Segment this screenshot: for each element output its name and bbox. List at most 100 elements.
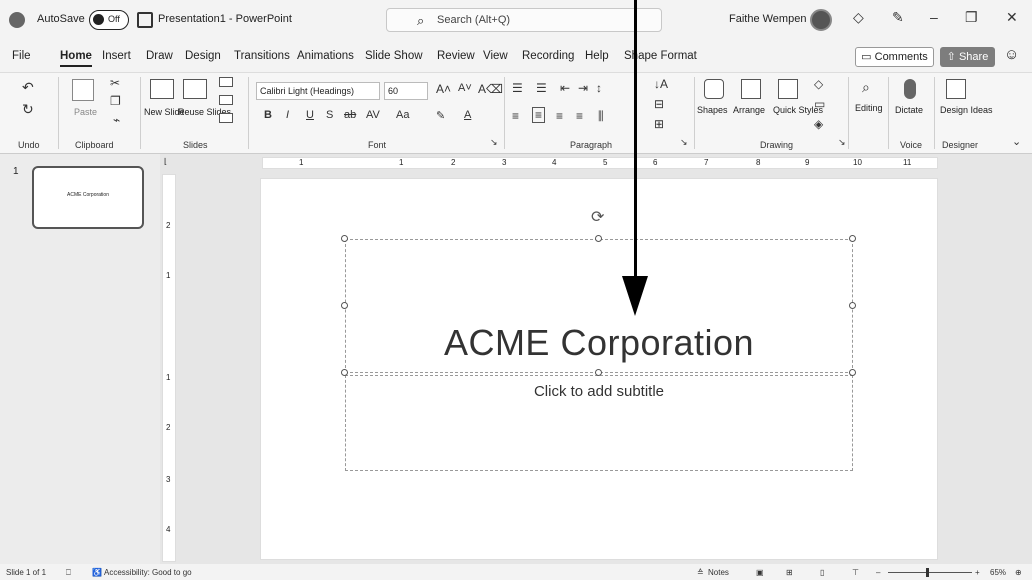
paragraph-launcher-icon[interactable]: ↘	[680, 137, 688, 148]
line-spacing-icon[interactable]: ↕	[596, 81, 602, 95]
shape-fill-icon[interactable]: ◇	[814, 77, 823, 91]
smartart-icon[interactable]: ⊞	[654, 117, 664, 131]
increase-font-icon[interactable]: A˄	[436, 82, 451, 96]
reading-view-icon[interactable]: ▯	[820, 568, 824, 577]
tab-stop-selector[interactable]: ⌊	[164, 157, 167, 166]
comments-button[interactable]: ▭ Comments	[855, 47, 934, 67]
tab-insert[interactable]: Insert	[102, 50, 131, 62]
ribbon-display-icon[interactable]: ◇	[853, 9, 864, 26]
highlight-icon[interactable]: ✎	[436, 109, 445, 122]
rotate-handle-icon[interactable]: ⟳	[591, 207, 604, 227]
section-icon[interactable]	[219, 113, 233, 123]
cut-icon[interactable]: ✂	[110, 76, 120, 90]
numbering-icon[interactable]: ☰	[536, 81, 547, 95]
font-name-select[interactable]: Calibri Light (Headings)	[256, 82, 380, 100]
design-ideas-icon[interactable]	[946, 79, 966, 99]
columns-icon[interactable]: ⫼	[598, 109, 604, 124]
tab-help[interactable]: Help	[585, 50, 609, 62]
save-icon[interactable]	[137, 12, 153, 28]
title-placeholder[interactable]: ACME Corporation	[345, 239, 853, 373]
shape-effects-icon[interactable]: ◈	[814, 117, 823, 131]
search-box[interactable]: ⌕ Search (Alt+Q)	[386, 8, 662, 32]
autosave-toggle[interactable]: Off	[89, 10, 129, 30]
slide-title[interactable]: ACME Corporation	[346, 322, 852, 364]
decrease-indent-icon[interactable]: ⇤	[560, 81, 570, 95]
undo-icon[interactable]: ↶	[22, 79, 34, 96]
increase-indent-icon[interactable]: ⇥	[578, 81, 588, 95]
redo-icon[interactable]: ↻	[22, 101, 34, 118]
clear-formatting-icon[interactable]: A⌫	[478, 82, 503, 96]
close-icon[interactable]: ✕	[1006, 9, 1018, 26]
slide-subtitle[interactable]: Click to add subtitle	[346, 383, 852, 400]
fit-slide-icon[interactable]: ⊕	[1015, 568, 1022, 577]
restore-icon[interactable]: ❐	[965, 9, 978, 26]
font-launcher-icon[interactable]: ↘	[490, 137, 498, 148]
tab-review[interactable]: Review	[437, 50, 475, 62]
arrange-icon[interactable]	[741, 79, 761, 99]
find-icon[interactable]: ⌕	[862, 79, 870, 96]
tab-file[interactable]: File	[12, 50, 31, 62]
resize-handle[interactable]	[341, 235, 348, 242]
editing-label[interactable]: Editing	[855, 103, 883, 113]
slide-sorter-icon[interactable]: ⊞	[786, 568, 793, 577]
tab-animations[interactable]: Animations	[297, 50, 354, 62]
resize-handle[interactable]	[849, 235, 856, 242]
resize-handle[interactable]	[595, 235, 602, 242]
bold-icon[interactable]: B	[264, 109, 272, 121]
tab-home[interactable]: Home	[60, 50, 92, 67]
copy-icon[interactable]: ❐	[110, 94, 121, 108]
align-center-icon[interactable]: ≡	[532, 107, 546, 123]
microphone-icon[interactable]	[904, 79, 916, 99]
zoom-slider[interactable]	[888, 572, 972, 573]
resize-handle[interactable]	[341, 302, 348, 309]
align-right-icon[interactable]: ≡	[556, 109, 563, 123]
normal-view-icon[interactable]: ▣	[756, 568, 764, 577]
format-painter-icon[interactable]: ⌁	[113, 113, 120, 127]
text-direction-icon[interactable]: ↓A	[654, 77, 668, 91]
collapse-ribbon-icon[interactable]: ⌄	[1012, 135, 1021, 148]
font-size-select[interactable]: 60	[384, 82, 428, 100]
shadow-icon[interactable]: S	[326, 109, 333, 121]
share-button[interactable]: ⇧ Share	[940, 47, 995, 67]
strikethrough-icon[interactable]: ab	[344, 109, 356, 121]
accessibility-status[interactable]: Accessibility: Good to go	[104, 568, 192, 577]
tab-view[interactable]: View	[483, 50, 508, 62]
resize-handle[interactable]	[849, 369, 856, 376]
pen-icon[interactable]: ✎	[892, 9, 904, 26]
font-color-icon[interactable]: A	[464, 109, 471, 121]
user-name[interactable]: Faithe Wempen	[729, 13, 806, 25]
align-text-icon[interactable]: ⊟	[654, 97, 664, 111]
reset-icon[interactable]	[219, 95, 233, 105]
tab-design[interactable]: Design	[185, 50, 221, 62]
italic-icon[interactable]: I	[286, 109, 289, 121]
vertical-ruler[interactable]: 2 1 1 2 3 4	[162, 174, 176, 562]
subtitle-placeholder[interactable]: Click to add subtitle	[345, 375, 853, 471]
new-slide-icon[interactable]	[150, 79, 174, 99]
avatar[interactable]	[810, 9, 832, 31]
shapes-icon[interactable]	[704, 79, 724, 99]
shape-outline-icon[interactable]: ▭	[814, 97, 825, 111]
quick-styles-icon[interactable]	[778, 79, 798, 99]
resize-handle[interactable]	[849, 302, 856, 309]
decrease-font-icon[interactable]: A˅	[458, 82, 472, 94]
resize-handle[interactable]	[341, 369, 348, 376]
align-left-icon[interactable]: ≡	[512, 109, 519, 123]
feedback-smiley-icon[interactable]: ☺	[1004, 46, 1019, 63]
tab-draw[interactable]: Draw	[146, 50, 173, 62]
minimize-icon[interactable]: –	[930, 9, 938, 25]
notes-button[interactable]: Notes	[708, 568, 729, 577]
slide-canvas[interactable]: ⟳ ACME Corporation Click to add subtitle	[260, 178, 938, 560]
character-spacing-icon[interactable]: AV	[366, 109, 380, 121]
paste-icon[interactable]	[72, 79, 94, 101]
zoom-slider-thumb[interactable]	[926, 568, 929, 577]
tab-slide-show[interactable]: Slide Show	[365, 50, 423, 62]
reuse-slides-icon[interactable]	[183, 79, 207, 99]
spelling-icon[interactable]: ⎕	[66, 568, 71, 578]
zoom-out-icon[interactable]: –	[876, 568, 880, 577]
resize-handle[interactable]	[595, 369, 602, 376]
layout-icon[interactable]	[219, 77, 233, 87]
drawing-launcher-icon[interactable]: ↘	[838, 137, 846, 148]
zoom-in-icon[interactable]: +	[975, 568, 980, 577]
bullets-icon[interactable]: ☰	[512, 81, 523, 95]
tab-transitions[interactable]: Transitions	[234, 50, 290, 62]
